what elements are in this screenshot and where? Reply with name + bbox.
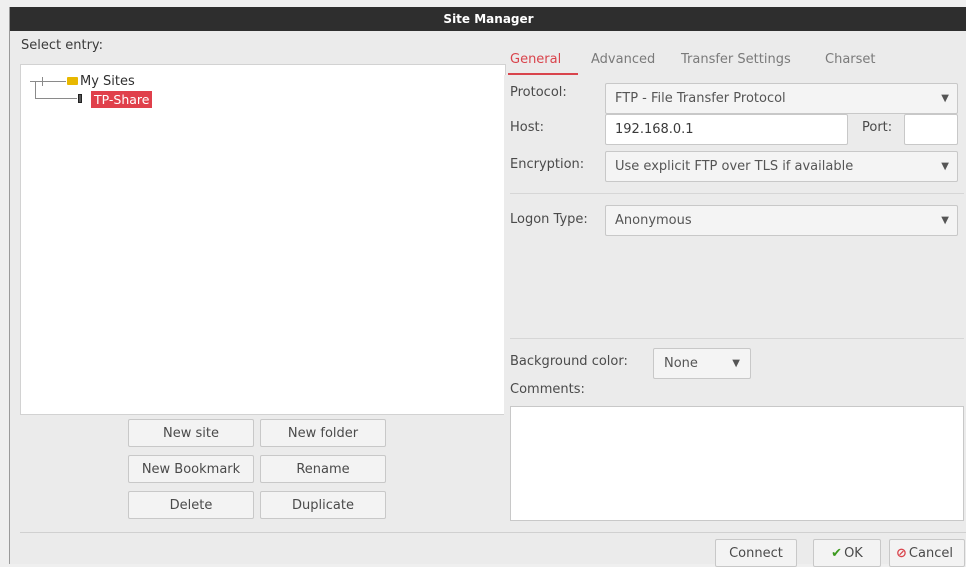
server-icon xyxy=(78,94,82,103)
tab-general[interactable]: General xyxy=(510,45,561,75)
encryption-value: Use explicit FTP over TLS if available xyxy=(615,159,854,174)
port-label: Port: xyxy=(862,120,893,135)
cancel-button[interactable]: ⊘ Cancel xyxy=(889,539,965,567)
ok-button[interactable]: ✔ OK xyxy=(813,539,881,567)
logon-type-value: Anonymous xyxy=(615,213,692,228)
protocol-select[interactable]: FTP - File Transfer Protocol ▼ xyxy=(605,83,958,114)
divider xyxy=(510,338,964,339)
select-entry-label: Select entry: xyxy=(21,38,104,53)
comments-textarea[interactable] xyxy=(510,406,964,521)
footer-divider xyxy=(20,532,966,533)
new-folder-button[interactable]: New folder xyxy=(260,419,386,447)
background-color-value: None xyxy=(664,356,698,371)
tab-transfer-settings[interactable]: Transfer Settings xyxy=(681,45,791,75)
background-color-select[interactable]: None ▼ xyxy=(653,348,751,379)
encryption-select[interactable]: Use explicit FTP over TLS if available ▼ xyxy=(605,151,958,182)
chevron-down-icon: ▼ xyxy=(941,215,949,226)
rename-button[interactable]: Rename xyxy=(260,455,386,483)
connect-button[interactable]: Connect xyxy=(715,539,797,567)
tab-advanced[interactable]: Advanced xyxy=(591,45,655,75)
tree-connector xyxy=(35,98,77,99)
site-manager-window: Site Manager Select entry: My Sites TP-S… xyxy=(9,7,966,567)
site-tree[interactable]: My Sites TP-Share xyxy=(20,64,506,415)
tree-connector xyxy=(30,81,66,82)
new-site-button[interactable]: New site xyxy=(128,419,254,447)
checkmark-icon: ✔ xyxy=(831,545,843,561)
chevron-down-icon: ▼ xyxy=(941,161,949,172)
new-bookmark-button[interactable]: New Bookmark xyxy=(128,455,254,483)
duplicate-button[interactable]: Duplicate xyxy=(260,491,386,519)
logon-type-select[interactable]: Anonymous ▼ xyxy=(605,205,958,236)
cancel-icon: ⊘ xyxy=(896,545,907,561)
background-color-label: Background color: xyxy=(510,354,628,369)
chevron-down-icon: ▼ xyxy=(732,358,740,369)
protocol-label: Protocol: xyxy=(510,85,567,100)
tree-item-my-sites[interactable]: My Sites xyxy=(80,73,135,90)
tree-item-tp-share[interactable]: TP-Share xyxy=(91,91,153,108)
chevron-down-icon: ▼ xyxy=(941,93,949,104)
folder-icon xyxy=(67,77,78,85)
logon-type-label: Logon Type: xyxy=(510,212,588,227)
delete-button[interactable]: Delete xyxy=(128,491,254,519)
window-title: Site Manager xyxy=(10,7,966,31)
divider xyxy=(510,193,964,194)
host-label: Host: xyxy=(510,120,544,135)
general-panel: Protocol: FTP - File Transfer Protocol ▼… xyxy=(504,75,966,524)
tree-connector xyxy=(35,81,36,98)
tree-expander[interactable] xyxy=(42,77,43,86)
port-input[interactable] xyxy=(904,114,958,145)
comments-label: Comments: xyxy=(510,382,585,397)
protocol-value: FTP - File Transfer Protocol xyxy=(615,91,786,106)
cancel-label: Cancel xyxy=(908,545,953,561)
host-input[interactable]: 192.168.0.1 xyxy=(605,114,848,145)
encryption-label: Encryption: xyxy=(510,157,585,172)
ok-label: OK xyxy=(844,545,863,561)
tab-charset[interactable]: Charset xyxy=(825,45,876,75)
